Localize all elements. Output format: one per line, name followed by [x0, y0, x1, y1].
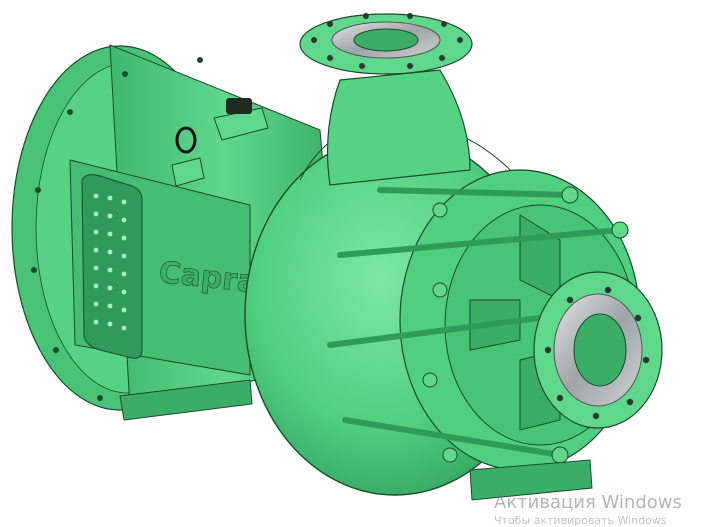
pump-foot — [469, 459, 593, 501]
discharge-neck — [326, 69, 471, 186]
bracket-window — [81, 174, 143, 359]
suction-flange — [533, 271, 663, 429]
discharge-bore — [353, 28, 419, 52]
suction-bore — [573, 313, 627, 387]
pump-render-canvas: Caprari — [11, 13, 663, 501]
